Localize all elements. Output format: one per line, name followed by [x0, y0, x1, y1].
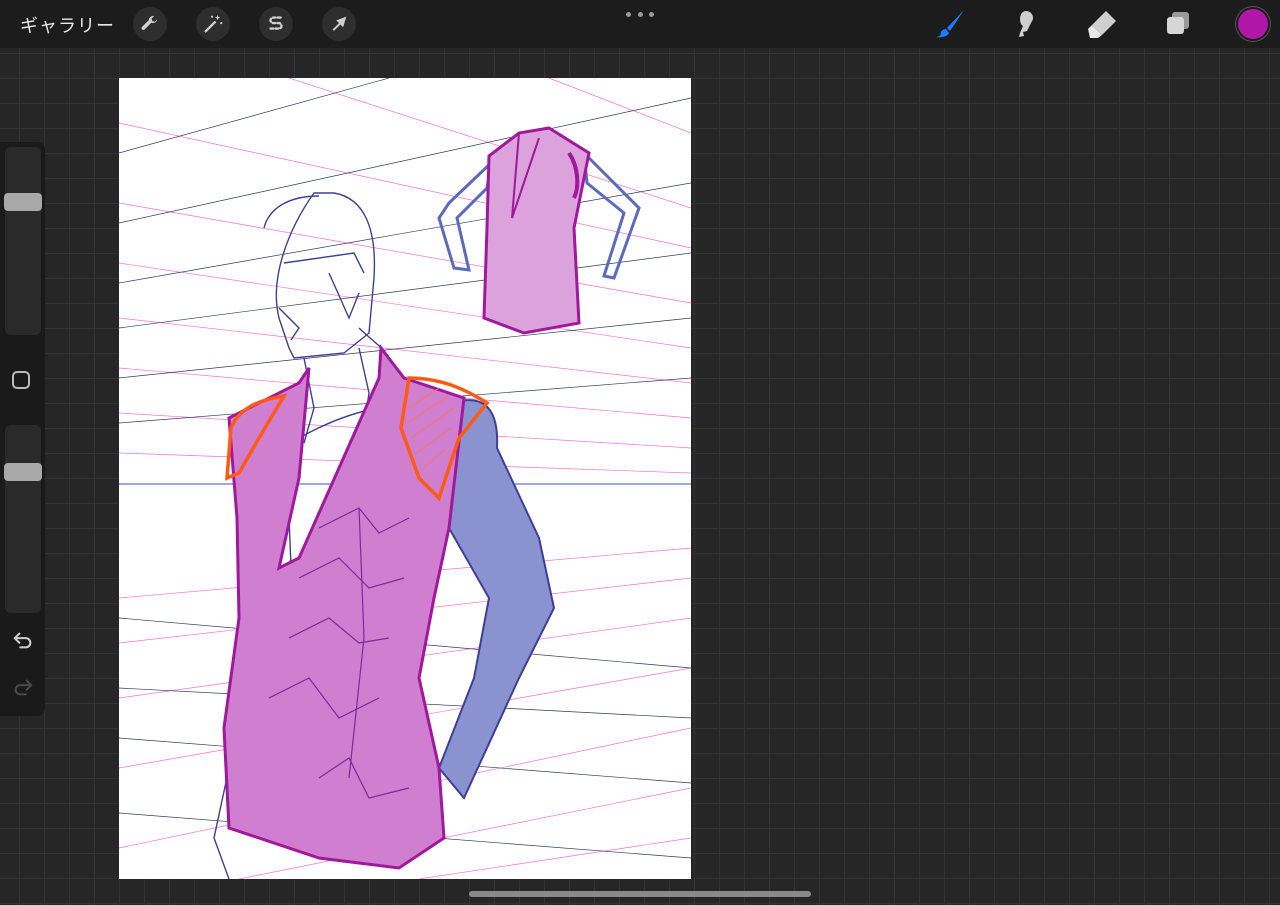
selection-button[interactable] — [259, 7, 293, 41]
opacity-slider[interactable] — [4, 425, 42, 613]
smudge-tool-button[interactable] — [1008, 6, 1044, 42]
artwork — [119, 78, 691, 879]
eraser-icon — [1088, 11, 1116, 38]
ellipsis-icon — [626, 11, 631, 17]
small-vest-sketch — [437, 126, 641, 335]
selection-s-icon — [269, 16, 283, 30]
more-options-button[interactable] — [626, 4, 654, 24]
head-sketch — [263, 192, 390, 359]
redo-icon — [14, 679, 33, 696]
adjustments-button[interactable] — [196, 7, 230, 41]
actions-button[interactable] — [133, 7, 167, 41]
sidebar — [0, 142, 45, 716]
wrench-icon — [141, 15, 158, 30]
color-picker-button[interactable] — [1238, 9, 1268, 39]
redo-button[interactable] — [11, 675, 35, 699]
brush-icon — [936, 10, 964, 38]
ellipsis-dot — [649, 11, 654, 17]
transform-button[interactable] — [322, 7, 356, 41]
ellipsis-dot — [637, 11, 643, 17]
undo-button[interactable] — [11, 628, 35, 652]
top-toolbar: ギャラリー — [0, 0, 1280, 48]
drawing-canvas[interactable] — [119, 78, 691, 879]
opacity-thumb[interactable] — [4, 463, 42, 481]
undo-icon — [13, 632, 32, 649]
smudge-icon — [1019, 11, 1033, 37]
brush-size-slider[interactable] — [4, 147, 42, 335]
paint-tool-button[interactable] — [932, 6, 968, 42]
brush-size-thumb[interactable] — [4, 193, 42, 211]
home-indicator[interactable] — [469, 891, 811, 897]
arrow-cursor-icon — [332, 16, 347, 31]
erase-tool-button[interactable] — [1084, 6, 1120, 42]
modify-button[interactable] — [12, 371, 30, 389]
gallery-button[interactable]: ギャラリー — [20, 12, 115, 38]
magic-wand-icon — [204, 14, 223, 33]
layers-icon — [1167, 12, 1189, 34]
layers-button[interactable] — [1160, 6, 1196, 42]
